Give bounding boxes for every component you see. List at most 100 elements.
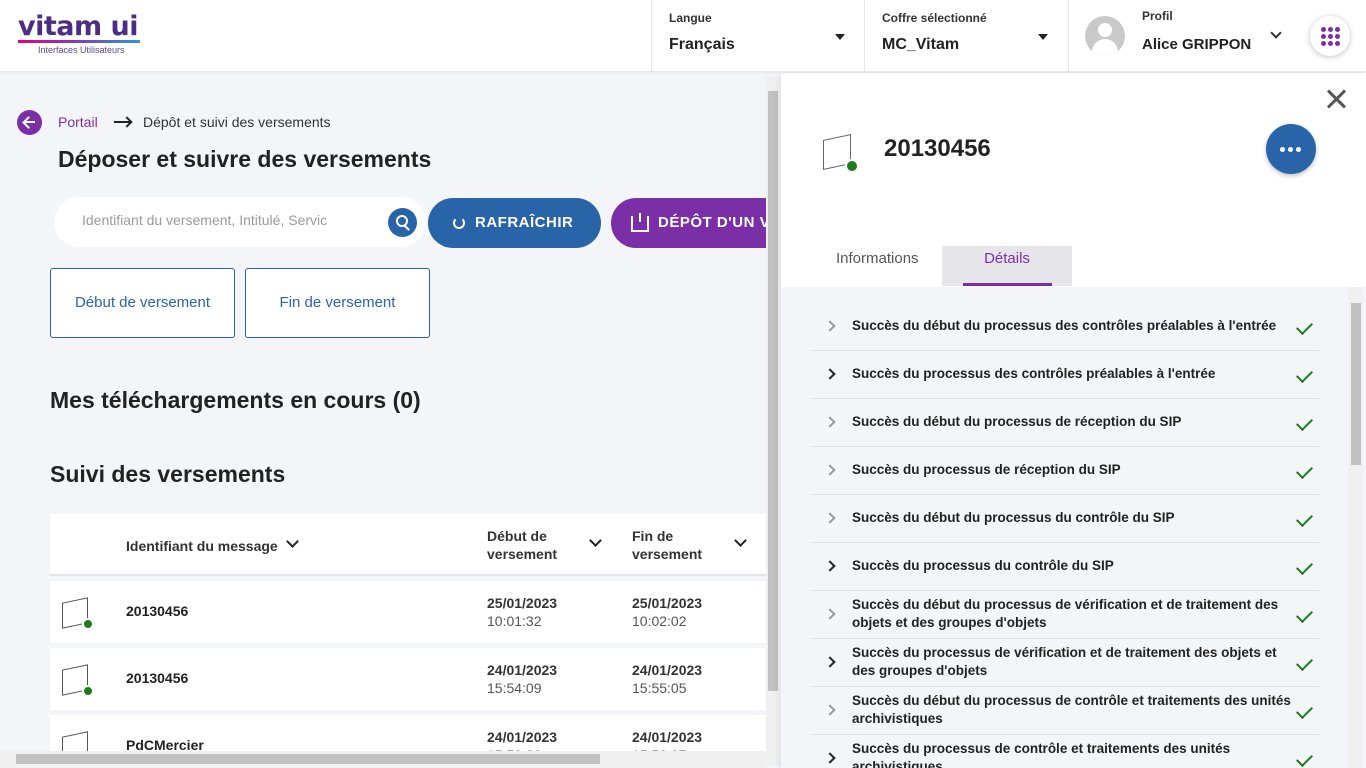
apps-menu-button[interactable]: [1310, 16, 1350, 56]
status-dot-icon: [82, 685, 94, 697]
logo-text: vitam ui: [18, 11, 139, 42]
language-value: Français: [669, 36, 735, 53]
row-start-date: 24/01/2023 15:54:09: [487, 662, 558, 696]
chevron-down-icon: [1270, 27, 1282, 39]
event-item[interactable]: Succès du processus des contrôles préala…: [812, 351, 1319, 399]
table-row[interactable]: 20130456 25/01/2023 10:01:32 25/01/2023 10…: [50, 581, 766, 643]
table-header: Identifiant du message Début de versemen…: [50, 514, 766, 576]
tab-active-indicator: [963, 283, 1052, 286]
check-icon: [1296, 558, 1313, 575]
row-start-date: 25/01/2023 10:01:32: [487, 595, 558, 629]
column-header-end[interactable]: Fin de versement: [632, 527, 702, 563]
row-end-date: 24/01/2023 15:55:05: [632, 662, 703, 696]
check-icon: [1296, 702, 1313, 719]
chevron-right-icon[interactable]: [824, 416, 836, 428]
chevron-right-icon[interactable]: [824, 656, 836, 668]
logo-underline: [18, 40, 140, 43]
breadcrumb-arrow-icon: [114, 121, 131, 123]
search-input[interactable]: [82, 212, 342, 228]
tab-details[interactable]: Détails: [942, 246, 1072, 286]
breadcrumb-portal-link[interactable]: Portail: [58, 114, 98, 130]
refresh-button-label: RAFRAÎCHIR: [475, 214, 574, 231]
event-item[interactable]: Succès du début du processus du contrôle…: [812, 495, 1319, 543]
chevron-right-icon[interactable]: [824, 368, 836, 380]
vault-selector[interactable]: Coffre sélectionné MC_Vitam: [864, 0, 1068, 72]
deposit-button-label: DÉPÔT D'UN V: [658, 214, 771, 231]
event-item[interactable]: Succès du début du processus de contrôle…: [812, 687, 1319, 735]
check-icon: [1296, 606, 1313, 623]
app-header: vitam ui Interfaces Utilisateurs Langue …: [0, 0, 1366, 72]
logo-subtitle: Interfaces Utilisateurs: [38, 45, 125, 55]
event-item[interactable]: Succès du début du processus de réceptio…: [812, 399, 1319, 447]
chevron-right-icon[interactable]: [824, 512, 836, 524]
refresh-button[interactable]: RAFRAÎCHIR: [428, 198, 601, 248]
package-icon: [62, 664, 94, 697]
chevron-right-icon[interactable]: [824, 752, 836, 764]
close-icon[interactable]: [1324, 87, 1348, 111]
vertical-scrollbar[interactable]: [1348, 287, 1363, 768]
event-label: Succès du processus de réception du SIP: [852, 462, 1121, 477]
status-dot-icon: [82, 618, 94, 630]
column-header-id[interactable]: Identifiant du message: [126, 537, 278, 555]
event-label: Succès du début du processus de contrôle…: [852, 693, 1291, 726]
profile-name: Alice GRIPPON: [1142, 36, 1252, 53]
check-icon: [1296, 462, 1313, 479]
event-item[interactable]: Succès du processus de vérification et d…: [812, 639, 1319, 687]
column-header-end-line2: versement: [632, 546, 703, 562]
check-icon: [1296, 414, 1313, 431]
horizontal-scrollbar[interactable]: [0, 751, 766, 768]
chevron-right-icon[interactable]: [824, 320, 836, 332]
row-message-id: 20130456: [126, 670, 189, 686]
check-icon: [1296, 366, 1313, 383]
profile-menu[interactable]: Profil Alice GRIPPON: [1068, 0, 1298, 72]
back-arrow-icon[interactable]: [17, 110, 42, 135]
check-icon: [1296, 510, 1313, 527]
chevron-down-icon[interactable]: [734, 534, 747, 547]
event-label: Succès du processus des contrôles préala…: [852, 366, 1216, 381]
chevron-right-icon[interactable]: [824, 464, 836, 476]
column-header-start-line2: versement: [487, 546, 558, 562]
vitam-ui-logo[interactable]: vitam ui Interfaces Utilisateurs: [18, 12, 148, 58]
event-item[interactable]: Succès du processus du contrôle du SIP: [812, 543, 1319, 591]
language-selector[interactable]: Langue Français: [651, 0, 864, 72]
event-item[interactable]: Succès du processus de réception du SIP: [812, 447, 1319, 495]
deposit-button[interactable]: DÉPÔT D'UN V: [611, 198, 780, 248]
chevron-down-icon[interactable]: [589, 534, 602, 547]
event-label: Succès du début du processus de réceptio…: [852, 414, 1182, 429]
filter-start-button[interactable]: Début de versement: [50, 268, 235, 338]
check-icon: [1296, 654, 1313, 671]
row-message-id: 20130456: [126, 603, 189, 619]
check-icon: [1296, 750, 1313, 767]
package-icon: [821, 133, 861, 175]
event-item[interactable]: Succès du début du processus des contrôl…: [812, 303, 1319, 351]
refresh-icon: [453, 217, 465, 229]
chevron-right-icon[interactable]: [824, 560, 836, 572]
downloads-title: Mes téléchargements en cours (0): [50, 387, 421, 413]
tab-informations[interactable]: Informations: [821, 246, 961, 286]
upload-icon: [631, 213, 649, 232]
chevron-right-icon[interactable]: [824, 704, 836, 716]
vault-label: Coffre sélectionné: [882, 11, 987, 25]
tracking-title: Suivi des versements: [50, 461, 286, 487]
event-item[interactable]: Succès du processus de contrôle et trait…: [812, 735, 1319, 768]
row-end-date: 25/01/2023 10:02:02: [632, 595, 703, 629]
search-bar: [54, 197, 426, 247]
event-item[interactable]: Succès du début du processus de vérifica…: [812, 591, 1319, 639]
vertical-scrollbar[interactable]: [766, 77, 780, 765]
table-row[interactable]: 20130456 24/01/2023 15:54:09 24/01/2023 15…: [50, 648, 766, 710]
column-header-start-line1: Début de: [487, 528, 547, 544]
more-options-button[interactable]: [1266, 124, 1316, 174]
caret-down-icon: [1038, 34, 1048, 40]
main-content: Portail Dépôt et suivi des versements Dé…: [0, 73, 780, 768]
breadcrumb-current: Dépôt et suivi des versements: [143, 114, 331, 130]
search-icon[interactable]: [388, 208, 417, 237]
profile-label: Profil: [1142, 9, 1173, 23]
chevron-down-icon[interactable]: [286, 535, 299, 548]
chevron-right-icon[interactable]: [824, 608, 836, 620]
event-label: Succès du processus de contrôle et trait…: [852, 741, 1231, 768]
filter-end-button[interactable]: Fin de versement: [245, 268, 430, 338]
check-icon: [1296, 318, 1313, 335]
detail-title: 20130456: [884, 135, 991, 162]
event-label: Succès du processus de vérification et d…: [852, 645, 1277, 678]
column-header-start[interactable]: Début de versement: [487, 527, 557, 563]
